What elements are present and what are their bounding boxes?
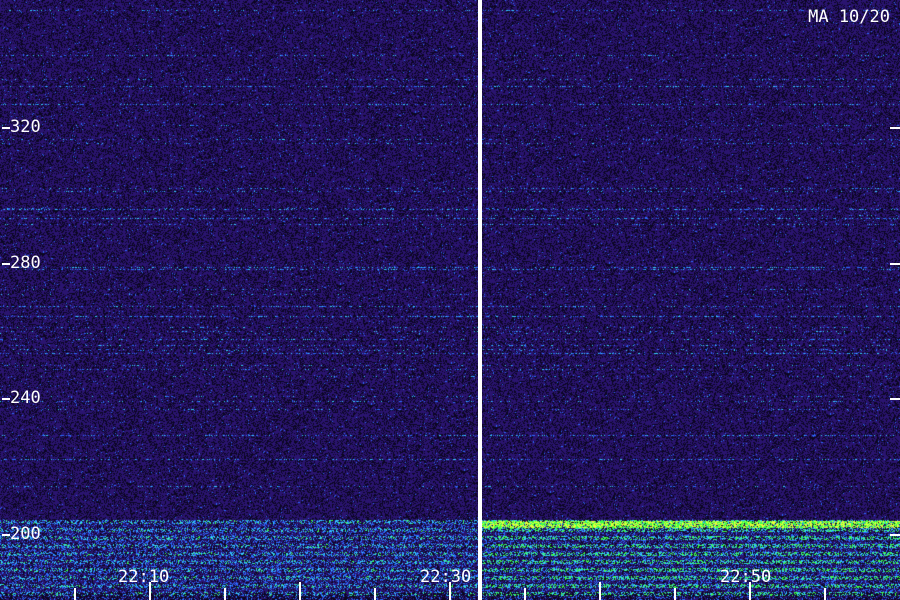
x-tick [524, 588, 526, 600]
x-label-2250: 22:50 [720, 567, 772, 587]
spectrogram-view: MA 10/20 320 280 240 200 22:10 22:30 22:… [0, 0, 900, 600]
x-tick [599, 582, 601, 600]
x-label-2230: 22:30 [420, 567, 472, 587]
x-tick [74, 588, 76, 600]
x-tick [299, 582, 301, 600]
y-label-320: 320 [10, 117, 41, 137]
y-tick-left-240 [2, 398, 10, 400]
x-tick [149, 582, 151, 600]
y-tick-right-280 [890, 263, 900, 265]
x-tick [749, 582, 751, 600]
x-tick [224, 588, 226, 600]
x-label-2210: 22:10 [118, 567, 170, 587]
y-label-240: 240 [10, 388, 41, 408]
y-tick-left-280 [2, 263, 10, 265]
x-tick [449, 582, 451, 600]
y-tick-right-240 [890, 398, 900, 400]
y-tick-right-320 [890, 127, 900, 129]
spectrogram-image [0, 0, 900, 600]
station-date-label: MA 10/20 [808, 7, 890, 27]
x-tick [824, 588, 826, 600]
x-tick [674, 588, 676, 600]
y-label-280: 280 [10, 253, 41, 273]
time-divider-line [478, 0, 482, 600]
y-tick-right-200 [890, 534, 900, 536]
x-tick [374, 588, 376, 600]
y-label-200: 200 [10, 524, 41, 544]
y-tick-left-200 [2, 534, 10, 536]
y-tick-left-320 [2, 127, 10, 129]
